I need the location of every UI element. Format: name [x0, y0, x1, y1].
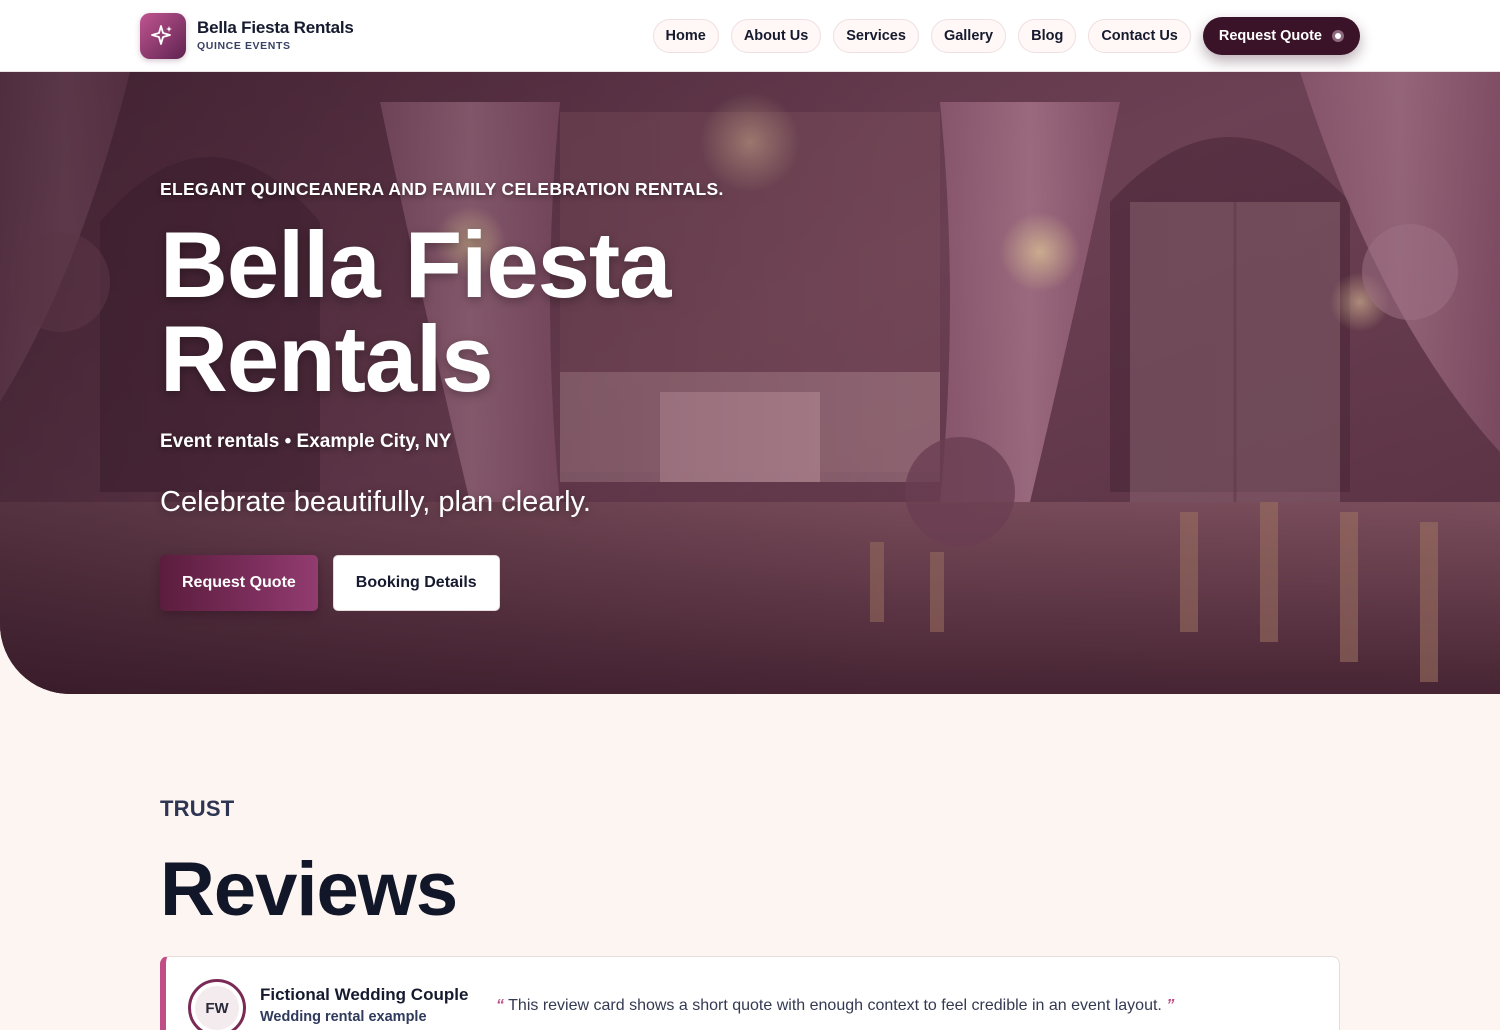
- open-quote-icon: “: [496, 997, 504, 1014]
- brand-home-link[interactable]: Bella Fiesta Rentals QUINCE EVENTS: [140, 13, 354, 59]
- reviewer-name: Fictional Wedding Couple: [260, 985, 469, 1004]
- hero-title: Bella Fiesta Rentals: [160, 212, 671, 411]
- hero-actions: Request Quote Booking Details: [160, 555, 500, 611]
- reviews-title: Reviews: [160, 847, 458, 932]
- hero-location: Event rentals • Example City, NY: [160, 431, 452, 452]
- nav-about-link[interactable]: About Us: [730, 19, 822, 53]
- hero-request-quote-button[interactable]: Request Quote: [160, 555, 318, 611]
- nav-services-link[interactable]: Services: [833, 19, 919, 53]
- brand-name: Bella Fiesta Rentals: [197, 18, 354, 37]
- review-quote: “ This review card shows a short quote w…: [496, 997, 1174, 1015]
- reviews-eyebrow: TRUST: [160, 796, 235, 821]
- nav-request-quote-button[interactable]: Request Quote: [1202, 17, 1360, 55]
- nav-request-quote-label: Request Quote: [1218, 28, 1322, 44]
- hero-eyebrow: ELEGANT QUINCEANERA AND FAMILY CELEBRATI…: [160, 179, 724, 199]
- brand-subtitle: QUINCE EVENTS: [197, 40, 291, 52]
- sparkle-icon: [151, 25, 172, 45]
- review-quote-text: This review card shows a short quote wit…: [508, 997, 1162, 1014]
- review-card: FW Fictional Wedding Couple Wedding rent…: [160, 956, 1340, 1030]
- nav-contact-link[interactable]: Contact Us: [1088, 19, 1191, 53]
- reviewer-initials: FW: [195, 986, 239, 1030]
- nav-home-link[interactable]: Home: [652, 19, 719, 53]
- top-navigation: Bella Fiesta Rentals QUINCE EVENTS Home …: [0, 0, 1500, 72]
- nav-blog-link[interactable]: Blog: [1018, 19, 1077, 53]
- reviewer-role: Wedding rental example: [260, 1009, 427, 1025]
- hero-tagline: Celebrate beautifully, plan clearly.: [160, 486, 591, 518]
- status-dot-icon: [1332, 30, 1344, 42]
- hero-section: ELEGANT QUINCEANERA AND FAMILY CELEBRATI…: [0, 72, 1500, 694]
- nav-gallery-link[interactable]: Gallery: [930, 19, 1007, 53]
- close-quote-icon: ”: [1166, 997, 1175, 1014]
- reviewer-avatar: FW: [188, 979, 246, 1030]
- nav-links: Home About Us Services Gallery Blog Cont…: [652, 17, 1360, 55]
- brand-logo: [140, 13, 186, 59]
- hero-booking-details-button[interactable]: Booking Details: [332, 555, 500, 611]
